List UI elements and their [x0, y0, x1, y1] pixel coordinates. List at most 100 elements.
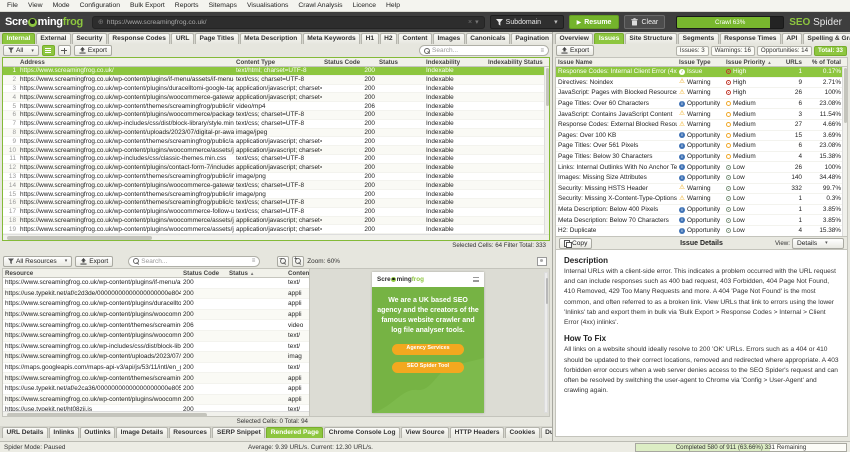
search-options-icon[interactable]: ≡: [252, 258, 256, 264]
bottom-tab[interactable]: URL Details: [2, 427, 48, 438]
table-row[interactable]: 4 https://www.screamingfrog.co.uk/wp-con…: [3, 93, 549, 102]
menu-item[interactable]: Help: [381, 0, 405, 12]
column-header-content-type[interactable]: Content Type: [234, 58, 322, 66]
right-tab[interactable]: Site Structure: [625, 33, 677, 44]
column-header-resource[interactable]: Resource: [3, 269, 181, 277]
column-header-status-code[interactable]: Status Code: [181, 269, 227, 277]
scrollbar-thumb[interactable]: [7, 413, 207, 417]
resources-search[interactable]: ≡: [128, 256, 260, 267]
column-header-indexability[interactable]: Indexability: [424, 58, 486, 66]
search-input[interactable]: [141, 258, 249, 265]
menu-item[interactable]: Sitemaps: [204, 0, 242, 12]
table-row[interactable]: 17 https://www.screamingfrog.co.uk/wp-co…: [3, 208, 549, 217]
column-header-issue-priority[interactable]: Issue Priority▲: [724, 58, 772, 66]
column-header-issue-type[interactable]: Issue Type: [677, 58, 724, 66]
export-button[interactable]: Export: [75, 256, 113, 267]
column-header-indexability-status[interactable]: Indexability Status: [486, 58, 549, 66]
table-row[interactable]: https://www.screamingfrog.co.uk/wp-inclu…: [3, 342, 309, 353]
table-row[interactable]: 18 https://www.screamingfrog.co.uk/wp-co…: [3, 217, 549, 226]
issue-row[interactable]: JavaScript: Pages with Blocked Resources…: [556, 88, 847, 99]
url-bar[interactable]: ⊕ × ▾: [92, 16, 485, 29]
table-row[interactable]: 19 https://www.screamingfrog.co.uk/wp-co…: [3, 225, 549, 234]
issue-row[interactable]: Directives: Noindex Warning High 9 2.71%: [556, 78, 847, 89]
left-tab[interactable]: Content: [398, 33, 432, 44]
table-row[interactable]: https://www.screamingfrog.co.uk/wp-conte…: [3, 320, 309, 331]
left-tab[interactable]: Canonicals: [466, 33, 510, 44]
bottom-tab[interactable]: Chrome Console Log: [324, 427, 400, 438]
issue-row[interactable]: Pages: Over 100 KB Opportunity Medium 15…: [556, 131, 847, 142]
left-tab[interactable]: URL: [171, 33, 194, 44]
scrollbar-thumb[interactable]: [844, 68, 848, 123]
issue-row[interactable]: Images: Missing Size Attributes Opportun…: [556, 173, 847, 184]
scrollbar-thumb[interactable]: [7, 236, 152, 240]
export-button[interactable]: Export: [74, 45, 112, 56]
right-tab[interactable]: Response Times: [720, 33, 781, 44]
count-chip[interactable]: Warnings: 16: [711, 46, 755, 56]
clear-button[interactable]: Clear: [624, 15, 665, 29]
table-row[interactable]: 2 https://www.screamingfrog.co.uk/wp-con…: [3, 76, 549, 85]
table-row[interactable]: 6 https://www.screamingfrog.co.uk/wp-con…: [3, 111, 549, 120]
table-row[interactable]: https://www.screamingfrog.co.uk/wp-conte…: [3, 299, 309, 310]
table-row[interactable]: 5 https://www.screamingfrog.co.uk/wp-con…: [3, 102, 549, 111]
view-dropdown[interactable]: Details▾: [792, 238, 844, 249]
column-header-address[interactable]: Address: [18, 58, 234, 66]
left-tab[interactable]: H1: [361, 33, 378, 44]
issue-row[interactable]: Response Codes: Internal Client Error (4…: [556, 67, 847, 78]
bottom-tab[interactable]: Rendered Page: [266, 427, 323, 438]
table-row[interactable]: https://www.screamingfrog.co.uk/wp-conte…: [3, 310, 309, 321]
table-row[interactable]: 7 https://www.screamingfrog.co.uk/wp-inc…: [3, 120, 549, 129]
bottom-tab[interactable]: Duplicate Details: [541, 427, 552, 438]
left-tab[interactable]: Images: [433, 33, 465, 44]
table-row[interactable]: https://www.screamingfrog.co.uk/wp-conte…: [3, 278, 309, 289]
copy-button[interactable]: Copy: [559, 238, 592, 249]
count-chip[interactable]: Opportunities: 14: [757, 46, 812, 56]
search-input[interactable]: [432, 47, 538, 54]
vertical-scrollbar[interactable]: [544, 67, 549, 234]
filter-dropdown[interactable]: All ▾: [3, 45, 39, 56]
column-header-status[interactable]: Status: [377, 58, 424, 66]
table-row[interactable]: 1 https://www.screamingfrog.co.uk/ text/…: [3, 67, 549, 76]
save-image-icon[interactable]: [537, 257, 547, 266]
menu-item[interactable]: Crawl Analysis: [293, 0, 347, 12]
horizontal-scrollbar[interactable]: [3, 234, 549, 240]
resources-filter-dropdown[interactable]: All Resources ▾: [3, 256, 72, 267]
left-tab[interactable]: H2: [380, 33, 397, 44]
internal-search[interactable]: ≡: [419, 45, 549, 56]
issue-row[interactable]: Response Codes: External Blocked Resourc…: [556, 120, 847, 131]
left-tab[interactable]: Security: [72, 33, 107, 44]
table-row[interactable]: https://maps.googleapis.com/maps-api-v3/…: [3, 363, 309, 374]
right-tab[interactable]: API: [782, 33, 802, 44]
bottom-tab[interactable]: Inlinks: [49, 427, 79, 438]
bottom-tab[interactable]: SERP Snippet: [212, 427, 265, 438]
column-header-status[interactable]: Status▲: [227, 269, 286, 277]
right-tab[interactable]: Spelling & Grammar: [803, 33, 850, 44]
table-row[interactable]: 13 https://www.screamingfrog.co.uk/wp-co…: [3, 173, 549, 182]
menu-item[interactable]: Configuration: [75, 0, 125, 12]
table-row[interactable]: https://www.screamingfrog.co.uk/wp-conte…: [3, 395, 309, 406]
column-header-urls[interactable]: URLs: [772, 58, 804, 66]
count-chip[interactable]: Issues: 3: [676, 46, 709, 56]
column-header-pct-of-total[interactable]: % of Total: [804, 58, 847, 66]
horizontal-scrollbar[interactable]: [3, 411, 309, 416]
table-row[interactable]: 8 https://www.screamingfrog.co.uk/wp-con…: [3, 129, 549, 138]
table-row[interactable]: 9 https://www.screamingfrog.co.uk/wp-con…: [3, 137, 549, 146]
table-row[interactable]: 15 https://www.screamingfrog.co.uk/wp-co…: [3, 190, 549, 199]
menu-item[interactable]: Licence: [348, 0, 381, 12]
clear-url-icon[interactable]: ×: [468, 19, 472, 26]
column-header-content[interactable]: Content: [286, 269, 309, 277]
tree-view-button[interactable]: [58, 45, 71, 56]
bottom-tab[interactable]: Resources: [169, 427, 212, 438]
left-tab[interactable]: Page Titles: [195, 33, 239, 44]
issue-row[interactable]: Meta Description: Below 70 Characters Op…: [556, 215, 847, 226]
left-tab[interactable]: Meta Description: [240, 33, 302, 44]
vertical-scrollbar[interactable]: [544, 272, 548, 413]
issue-row[interactable]: Page Titles: Below 30 Characters Opportu…: [556, 152, 847, 163]
left-tab[interactable]: External: [36, 33, 71, 44]
table-row[interactable]: 12 https://www.screamingfrog.co.uk/wp-co…: [3, 164, 549, 173]
zoom-out-button[interactable]: −: [277, 256, 289, 267]
right-tab[interactable]: Segments: [678, 33, 719, 44]
issue-row[interactable]: JavaScript: Contains JavaScript Content …: [556, 109, 847, 120]
table-row[interactable]: 16 https://www.screamingfrog.co.uk/wp-co…: [3, 199, 549, 208]
right-tab[interactable]: Issues: [594, 33, 624, 44]
table-row[interactable]: https://www.screamingfrog.co.uk/wp-conte…: [3, 331, 309, 342]
